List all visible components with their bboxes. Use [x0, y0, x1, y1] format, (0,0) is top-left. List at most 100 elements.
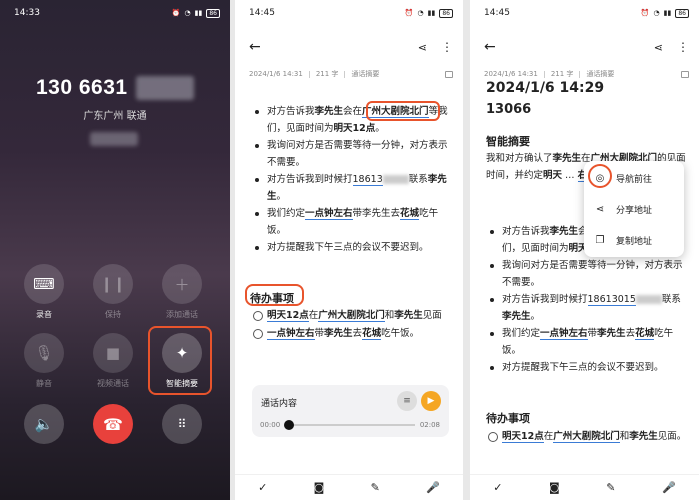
meta-words: 211 字: [550, 70, 574, 78]
record-button[interactable]: ⌨: [24, 264, 64, 304]
list-item: 我询问对方是否需要等待一分钟，对方表示不需要。: [253, 137, 453, 171]
text-segment: 和: [619, 431, 630, 442]
todo-item[interactable]: 一点钟左右带李先生去花城吃午饭。: [253, 325, 453, 342]
todo-title: 待办事项: [486, 412, 530, 425]
meta-words: 211 字: [315, 70, 339, 78]
hang-up-button[interactable]: ☎: [93, 404, 133, 444]
text-segment: 带李先生去: [352, 208, 401, 219]
microphone-icon[interactable]: 🎤: [662, 481, 676, 494]
entity-link[interactable]: 花城: [400, 208, 420, 220]
popup-copy-address[interactable]: ❐ 复制地址: [594, 234, 653, 247]
alarm-icon: ⏰: [640, 9, 650, 17]
text-segment: 对方告诉我到时候打: [502, 294, 588, 305]
wifi-icon: ◔: [417, 9, 424, 17]
audio-end-time: 02:08: [419, 421, 440, 429]
entity-link[interactable]: 一点钟左右: [540, 328, 588, 340]
more-icon[interactable]: ⋮: [677, 40, 689, 54]
speaker-button[interactable]: 🔈: [24, 404, 64, 444]
text-segment: 李先生: [597, 328, 626, 339]
note-info-icon: [445, 70, 453, 78]
todo-item[interactable]: 明天12点在广州大剧院北门和李先生见面。: [488, 428, 688, 445]
pen-icon[interactable]: ✎: [606, 481, 615, 494]
text-segment: 联系: [661, 294, 681, 305]
battery-icon: 86: [439, 8, 453, 18]
note-detail-screen: 14:45 ⏰ ◔ ▮▮ 86 ← ⋖ ⋮ 2024/1/6 14:31 211 字 通…: [470, 0, 699, 500]
note-info-icon: [681, 70, 689, 78]
status-icons: ⏰ ◔ ▮▮ 86: [640, 8, 689, 18]
list-item: 对方提醒我下午三点的会议不要迟到。: [488, 359, 688, 376]
entity-link[interactable]: 花城: [635, 328, 655, 340]
add-call-button[interactable]: ＋: [162, 264, 202, 304]
top-bar: ← ⋖ ⋮: [249, 38, 453, 56]
entity-link[interactable]: 广州大剧院北门: [553, 431, 620, 443]
text-segment: 带: [314, 328, 325, 339]
signal-icon: ▮▮: [427, 9, 436, 17]
share-icon[interactable]: ⋖: [654, 41, 663, 54]
entity-link[interactable]: 一点钟左右: [305, 208, 353, 220]
text-segment: 明天12点: [333, 123, 376, 134]
note-title: 2024/1/6 14:29: [486, 80, 605, 96]
text-segment: 见面: [422, 310, 442, 321]
mute-mic-icon: 🎙: [34, 344, 54, 362]
back-arrow-icon[interactable]: ←: [484, 39, 496, 55]
meta-date: 2024/1/6 14:31: [249, 70, 303, 78]
text-segment: 在: [543, 431, 554, 442]
record-icon: ⌨: [33, 275, 55, 293]
mute-button[interactable]: 🎙: [24, 333, 64, 373]
status-time: 14:33: [14, 8, 40, 18]
audio-track[interactable]: [286, 424, 415, 426]
transcript-list-icon[interactable]: ≡: [397, 391, 417, 411]
microphone-icon[interactable]: 🎤: [426, 481, 440, 494]
text-segment: 我们约定: [267, 208, 306, 219]
audio-title: 通话内容: [261, 399, 298, 409]
audio-player: 通话内容 ≡ ▶ 00:00 02:08: [252, 385, 449, 437]
popup-share-address[interactable]: ⋖ 分享地址: [594, 203, 652, 216]
add-call-label: 添加通话: [166, 310, 198, 319]
text-segment: 李先生: [324, 328, 353, 339]
pen-icon[interactable]: ✎: [371, 481, 380, 494]
list-item: 我询问对方是否需要等待一分钟，对方表示不需要。: [488, 257, 688, 291]
highlight-navigate: [588, 164, 612, 188]
text-segment: 明天: [543, 170, 563, 181]
meta-type: 通话摘要: [351, 70, 380, 78]
top-bar: ← ⋖ ⋮: [484, 38, 689, 56]
list-item: 我们约定一点钟左右带李先生去花城吃午饭。: [253, 205, 453, 239]
todo-item[interactable]: 明天12点在广州大剧院北门和李先生见面: [253, 307, 453, 324]
battery-icon: 86: [675, 8, 689, 18]
caller-location: 广东广州 联通: [83, 111, 147, 122]
text-segment: 对方提醒我下午三点的会议不要迟到。: [267, 242, 429, 253]
camera-icon[interactable]: ◙: [314, 481, 325, 494]
keypad-button[interactable]: ⠿: [162, 404, 202, 444]
entity-link[interactable]: 广州大剧院北门: [318, 310, 385, 322]
entity-link[interactable]: 花城: [362, 328, 382, 340]
highlight-todo: [245, 284, 304, 306]
todo-list: 明天12点在广州大剧院北门和李先生见面。: [488, 428, 688, 446]
hold-button[interactable]: ❙❙: [93, 264, 133, 304]
caller-number: 130 6631: [36, 76, 128, 99]
entity-link[interactable]: 18613: [352, 174, 383, 186]
record-label: 录音: [36, 310, 52, 319]
list-item: 对方告诉我到时候打18613 联系李先生。: [253, 171, 453, 205]
video-call-button[interactable]: ■: [93, 333, 133, 373]
entity-link[interactable]: 一点钟左右: [267, 328, 315, 340]
text-segment: 。: [375, 123, 385, 134]
checklist-icon[interactable]: ✓: [258, 481, 267, 494]
play-icon[interactable]: ▶: [421, 391, 441, 411]
call-screen: 14:33 ⏰ ◔ ▮▮ 86 130 6631 广东广州 联通 ⌨ 录音 ❙❙ 保持…: [0, 0, 230, 500]
text-segment: 李先生: [629, 431, 658, 442]
entity-link[interactable]: 明天12点: [502, 431, 544, 443]
more-icon[interactable]: ⋮: [441, 40, 453, 54]
hang-up-icon: ☎: [103, 414, 123, 434]
entity-link[interactable]: 18613015: [587, 294, 636, 306]
share-icon[interactable]: ⋖: [418, 41, 427, 54]
text-segment: 吃午饭。: [381, 328, 420, 339]
checklist-icon[interactable]: ✓: [493, 481, 502, 494]
entity-link[interactable]: 明天12点: [267, 310, 309, 322]
duration-redaction: [90, 132, 138, 146]
camera-icon[interactable]: ◙: [549, 481, 560, 494]
text-segment: 去: [352, 328, 363, 339]
status-icons: ⏰ ◔ ▮▮ 86: [405, 8, 453, 18]
audio-scrubber[interactable]: [284, 420, 294, 430]
back-arrow-icon[interactable]: ←: [249, 39, 261, 55]
status-time: 14:45: [249, 8, 275, 18]
